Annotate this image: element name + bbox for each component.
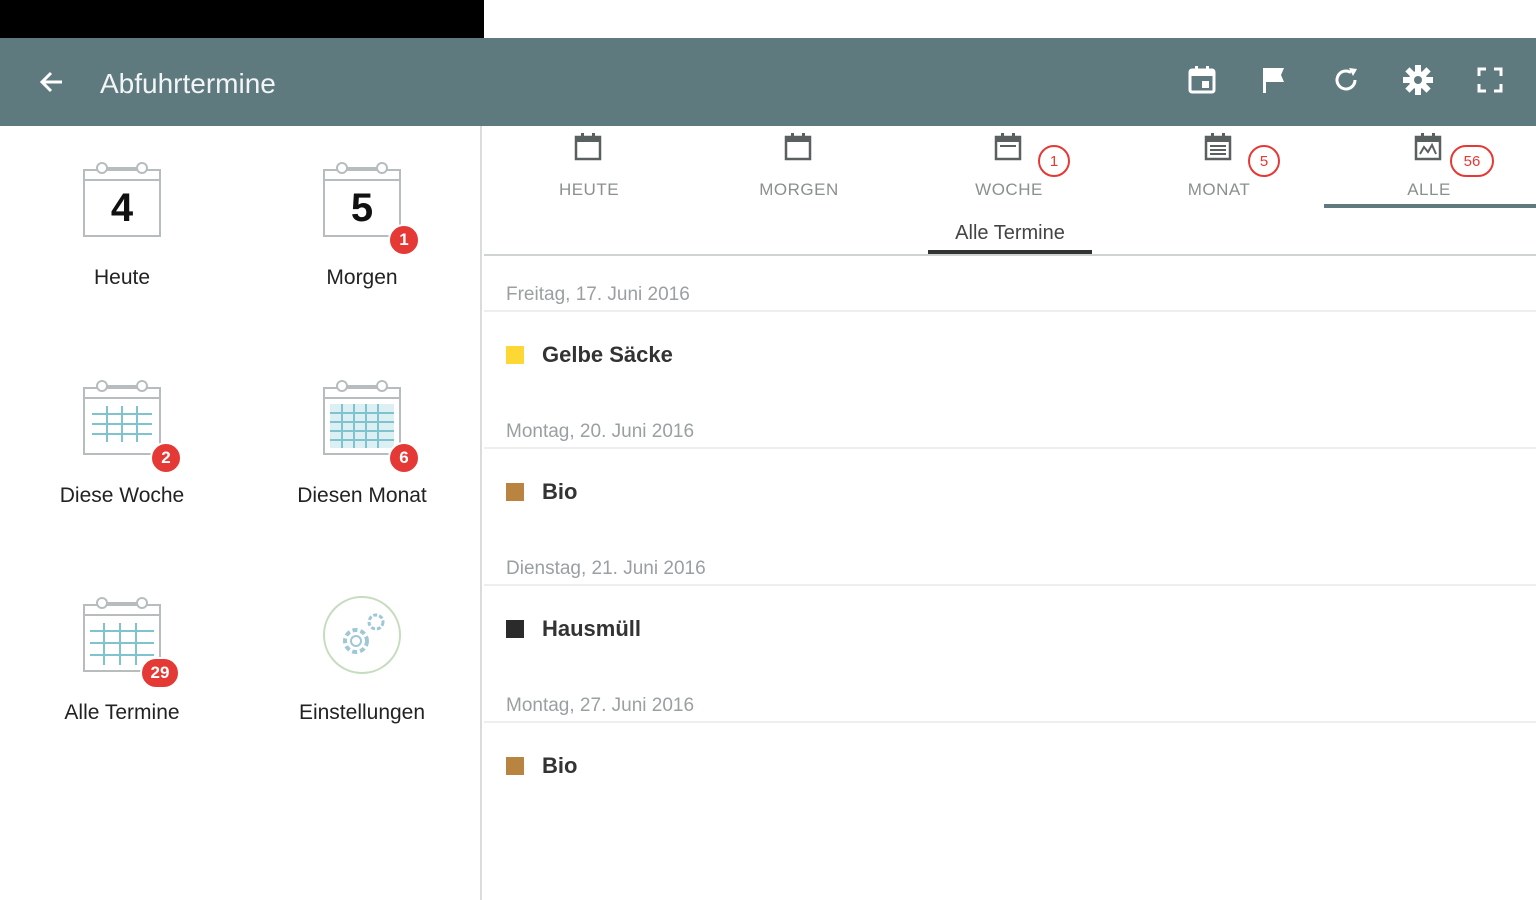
appointment-date: Freitag, 17. Juni 2016 [506,284,690,305]
waste-type-name: Bio [542,479,578,504]
tab-heute[interactable]: HEUTE [484,126,694,216]
divider [484,310,1536,312]
waste-type-name: Gelbe Säcke [542,342,673,367]
tab-monat-label: MONAT [1187,180,1251,199]
calendar-month-icon [1204,133,1232,161]
waste-type-color-swatch [506,483,524,501]
battery-icon [528,3,544,35]
divider [484,721,1536,723]
calendar-icon [574,133,602,161]
appointment-date: Dienstag, 21. Juni 2016 [506,558,706,579]
menu-this-week-label: Diese Woche [59,484,185,507]
tab-alle-label: ALLE [1407,180,1451,199]
menu-this-month-label: Diesen Monat [297,484,427,507]
menu-this-week[interactable]: 2 Diese Woche [22,378,222,508]
divider [484,447,1536,449]
all-count-badge: 29 [140,657,180,689]
tab-alle[interactable]: ALLE 56 [1324,126,1534,216]
menu-settings[interactable]: Einstellungen [262,595,462,725]
appointment-date: Montag, 20. Juni 2016 [506,421,695,442]
calendar-icon [784,133,812,161]
clock: 10:06 [558,4,621,33]
waste-type-name: Hausmüll [542,616,642,641]
status-bar: 10:06 [0,0,1536,38]
today-day-number: 4 [110,186,134,230]
menu-today[interactable]: 4 Heute [22,160,222,290]
list-item[interactable]: Dienstag, 21. Juni 2016 Hausmüll [484,530,1536,667]
settings-gears-icon [322,595,402,675]
tab-heute-label: HEUTE [558,180,620,199]
wifi-icon [484,5,514,34]
flag-icon[interactable] [1258,62,1290,98]
tab-alle-count: 56 [1450,145,1494,177]
calendar-today-icon[interactable] [1186,62,1218,98]
calendar-all-icon: 29 [82,595,180,689]
tab-woche-label: WOCHE [975,180,1043,199]
divider [484,584,1536,586]
active-tab-indicator [1324,204,1536,208]
month-count-badge: 6 [388,442,420,474]
list-item[interactable]: Montag, 27. Juni 2016 Bio [484,667,1536,804]
menu-tomorrow[interactable]: 5 1 Morgen [262,160,462,290]
tab-bar: HEUTE MORGEN WOCHE 1 MONAT 5 ALLE 56 [484,126,1536,216]
page-title: Abfuhrtermine [100,68,276,99]
back-arrow-icon[interactable] [36,66,68,98]
tab-morgen[interactable]: MORGEN [694,126,904,216]
tomorrow-day-number: 5 [350,186,374,230]
menu-this-month[interactable]: 6 Diesen Monat [262,378,462,508]
app-toolbar: Abfuhrtermine [0,38,1536,126]
waste-type-color-swatch [506,620,524,638]
navigation-panel: 4 Heute 5 1 Morgen 2 Diese Woche 6 Diese… [0,126,482,900]
calendar-all-icon [1414,133,1442,161]
calendar-week-icon [994,133,1022,161]
menu-today-label: Heute [93,266,151,289]
tab-monat[interactable]: MONAT 5 [1114,126,1324,216]
menu-all-appointments-label: Alle Termine [64,701,180,724]
menu-tomorrow-label: Morgen [326,266,398,289]
waste-type-color-swatch [506,757,524,775]
list-item[interactable]: Freitag, 17. Juni 2016 Gelbe Säcke [484,256,1536,393]
waste-type-name: Bio [542,753,578,778]
subtab-all-appointments[interactable]: Alle Termine [928,222,1092,245]
calendar-week-icon: 2 [82,378,182,474]
appointment-date: Montag, 27. Juni 2016 [506,695,695,716]
list-item[interactable]: Montag, 20. Juni 2016 Bio [484,393,1536,530]
tab-morgen-label: MORGEN [759,180,839,199]
menu-settings-label: Einstellungen [298,701,426,724]
calendar-day-icon: 4 [82,160,162,240]
settings-icon[interactable] [1402,62,1434,98]
calendar-month-icon: 6 [322,378,420,474]
week-count-badge: 2 [150,442,182,474]
menu-all-appointments[interactable]: 29 Alle Termine [22,595,222,725]
fullscreen-icon[interactable] [1474,62,1506,98]
appointment-list: Freitag, 17. Juni 2016 Gelbe Säcke Monta… [484,256,1536,804]
tab-monat-count: 5 [1248,145,1280,177]
content-panel: HEUTE MORGEN WOCHE 1 MONAT 5 ALLE 56 All… [484,126,1536,900]
tab-woche-count: 1 [1038,145,1070,177]
calendar-day-icon: 5 1 [322,160,420,256]
tomorrow-count-badge: 1 [388,224,420,256]
tab-woche[interactable]: WOCHE 1 [904,126,1114,216]
refresh-icon[interactable] [1330,62,1362,98]
waste-type-color-swatch [506,346,524,364]
